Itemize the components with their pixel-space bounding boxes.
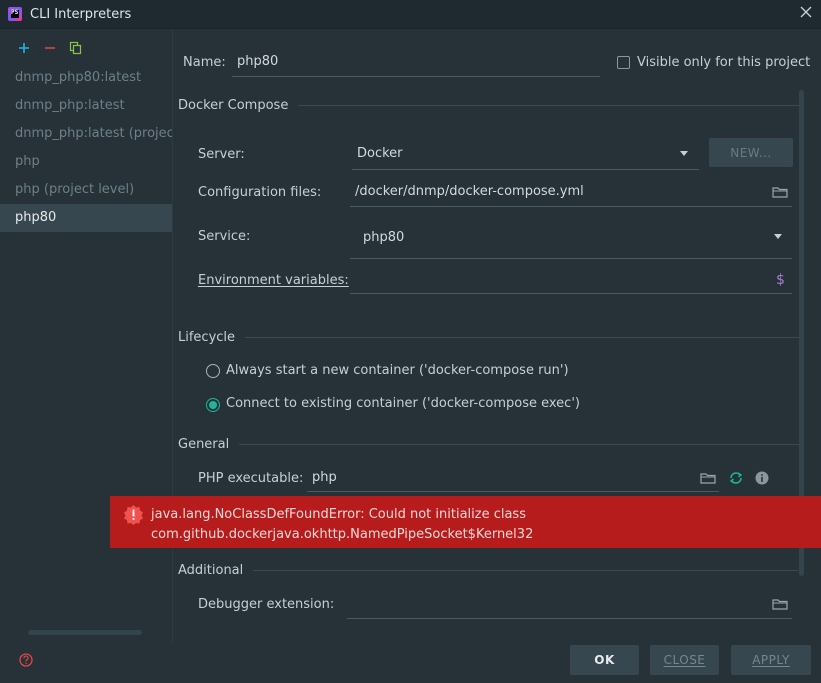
- docker-compose-section-header: Docker Compose: [178, 98, 804, 113]
- service-chevron-down-icon[interactable]: [774, 234, 782, 239]
- section-title: General: [178, 437, 230, 452]
- lifecycle-section-header: Lifecycle: [178, 330, 802, 345]
- error-icon: [123, 504, 144, 525]
- help-icon[interactable]: [19, 653, 33, 667]
- environment-variables-input[interactable]: [350, 266, 792, 294]
- php-executable-label: PHP executable:: [198, 471, 304, 486]
- server-chevron-down-icon[interactable]: [680, 151, 688, 156]
- server-label: Server:: [198, 147, 245, 162]
- name-label: Name:: [183, 55, 226, 70]
- section-title: Docker Compose: [178, 98, 289, 113]
- remove-icon[interactable]: [43, 41, 57, 55]
- list-item[interactable]: php (project level): [0, 176, 172, 204]
- interpreter-settings-panel: Name: php80 Visible only for this projec…: [173, 30, 821, 642]
- close-button[interactable]: CLOSE: [650, 645, 719, 675]
- php-executable-value: php: [312, 470, 337, 485]
- additional-section-header: Additional: [178, 563, 799, 578]
- interpreter-list: dnmp_php80:latest dnmp_php:latest dnmp_p…: [0, 64, 172, 232]
- list-item[interactable]: php: [0, 148, 172, 176]
- configuration-files-label: Configuration files:: [198, 185, 322, 200]
- dollar-icon[interactable]: $: [776, 272, 785, 288]
- new-server-button[interactable]: NEW...: [709, 138, 793, 167]
- refresh-icon[interactable]: [728, 470, 744, 486]
- server-value: Docker: [357, 146, 403, 161]
- php-executable-input[interactable]: php: [307, 466, 719, 492]
- general-section-header: General: [178, 437, 802, 452]
- visible-only-label: Visible only for this project: [637, 55, 811, 70]
- window-title: CLI Interpreters: [30, 6, 132, 22]
- list-item[interactable]: dnmp_php:latest: [0, 92, 172, 120]
- section-divider: [298, 105, 804, 106]
- error-line-2: com.github.dockerjava.okhttp.NamedPipeSo…: [151, 527, 534, 542]
- lifecycle-exec-radio[interactable]: [206, 398, 220, 412]
- environment-variables-label: Environment variables:: [198, 273, 349, 288]
- visible-only-checkbox[interactable]: [617, 56, 630, 69]
- section-divider: [253, 570, 799, 571]
- ok-button[interactable]: OK: [570, 645, 639, 675]
- lifecycle-run-radio[interactable]: [206, 364, 220, 378]
- service-dropdown[interactable]: php80: [350, 221, 792, 259]
- info-icon[interactable]: [755, 471, 769, 485]
- folder-icon[interactable]: [700, 471, 716, 485]
- interpreters-sidebar: dnmp_php80:latest dnmp_php:latest dnmp_p…: [0, 30, 172, 642]
- error-message: java.lang.NoClassDefFoundError: Could no…: [151, 505, 533, 545]
- phpstorm-logo-icon: PS: [8, 7, 22, 21]
- configuration-files-value: /docker/dnmp/docker-compose.yml: [355, 184, 584, 199]
- list-item[interactable]: dnmp_php80:latest: [0, 64, 172, 92]
- error-line-1: java.lang.NoClassDefFoundError: Could no…: [151, 507, 526, 522]
- debugger-extension-label: Debugger extension:: [198, 597, 335, 612]
- section-title: Additional: [178, 563, 244, 578]
- server-dropdown[interactable]: Docker: [352, 141, 699, 170]
- lifecycle-exec-label: Connect to existing container ('docker-c…: [226, 396, 580, 411]
- folder-icon[interactable]: [772, 185, 788, 199]
- title-bar: PS CLI Interpreters: [0, 0, 821, 29]
- sidebar-toolbar: [0, 30, 172, 66]
- sidebar-horizontal-scrollbar[interactable]: [28, 630, 142, 635]
- copy-icon[interactable]: [69, 41, 83, 55]
- list-item-selected[interactable]: php80: [0, 204, 172, 232]
- close-button-label: CLOSE: [663, 653, 706, 667]
- service-value: php80: [363, 230, 405, 245]
- add-icon[interactable]: [17, 41, 31, 55]
- section-divider: [239, 444, 802, 445]
- configuration-files-input[interactable]: /docker/dnmp/docker-compose.yml: [350, 180, 792, 207]
- name-input[interactable]: php80: [232, 54, 600, 77]
- list-item[interactable]: dnmp_php:latest (project level): [0, 120, 172, 148]
- error-tooltip: java.lang.NoClassDefFoundError: Could no…: [110, 496, 821, 548]
- lifecycle-run-label: Always start a new container ('docker-co…: [226, 363, 569, 378]
- environment-variables-text: Environment variables:: [198, 273, 349, 288]
- service-label: Service:: [198, 229, 251, 244]
- apply-button-label: APPLY: [752, 653, 790, 667]
- section-title: Lifecycle: [178, 330, 236, 345]
- debugger-extension-input[interactable]: [347, 591, 792, 619]
- close-window-icon[interactable]: [799, 5, 813, 19]
- section-divider: [245, 337, 802, 338]
- folder-icon[interactable]: [772, 597, 788, 611]
- apply-button[interactable]: APPLY: [731, 645, 811, 675]
